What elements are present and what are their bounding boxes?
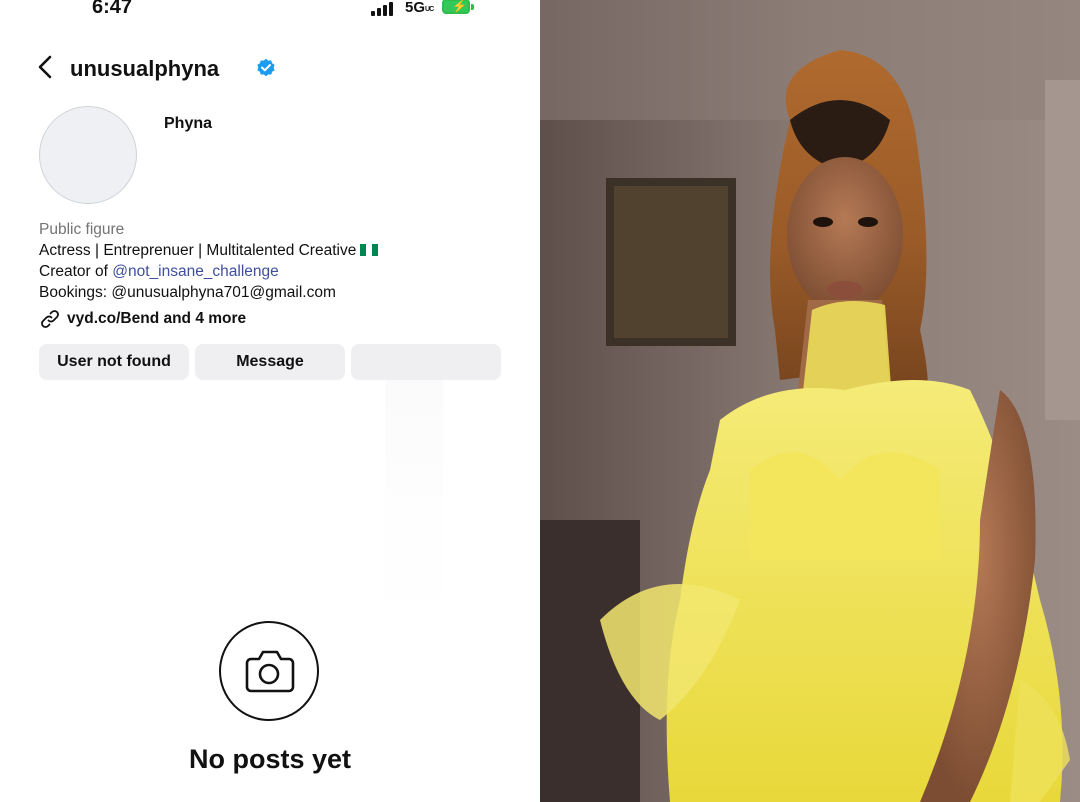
avatar[interactable] [39,106,137,204]
signal-icon [371,2,401,16]
link-icon [41,310,59,328]
user-not-found-button[interactable]: User not found [39,344,189,380]
bio-mention-link[interactable]: @not_insane_challenge [112,263,279,280]
woman-yellow-dress-image [540,0,1080,802]
message-button[interactable]: Message [195,344,345,380]
battery-icon: ⚡ [442,0,474,14]
nigeria-flag-icon [360,244,379,256]
bio-bookings: Bookings: @unusualphyna701@gmail.com [39,284,336,301]
profile-header: unusualphyna [30,50,510,86]
network-label: 5G [405,0,426,16]
profile-category: Public figure [39,221,125,238]
faint-overlay [385,380,443,630]
bio-line: Actress | Entreprenuer | Multitalented C… [39,240,379,261]
status-bar: 6:47 5GUC ⚡ [0,0,540,22]
blank-action-button[interactable] [351,344,501,380]
back-chevron-icon[interactable] [34,52,58,82]
camera-icon [219,621,319,721]
network-indicator: 5GUC [405,0,434,16]
display-name: Phyna [164,115,213,132]
bio-line: Creator of @not_insane_challenge [39,261,378,282]
profile-username: unusualphyna [70,56,220,81]
profile-link-text: vyd.co/Bend and 4 more [67,310,247,327]
profile-screenshot: 6:47 5GUC ⚡ unusualphyna Phyna Public fi… [0,0,540,802]
profile-bio: Public figure Actress | Entreprenuer | M… [39,219,379,303]
network-suffix: UC [425,6,434,13]
portrait-photo [540,0,1080,802]
bio-creator-prefix: Creator of [39,263,113,280]
status-time: 6:47 [92,0,133,18]
no-posts-label: No posts yet [188,744,352,774]
bio-text: Actress | Entreprenuer | Multitalented C… [39,242,357,259]
verified-badge-icon [257,58,275,77]
